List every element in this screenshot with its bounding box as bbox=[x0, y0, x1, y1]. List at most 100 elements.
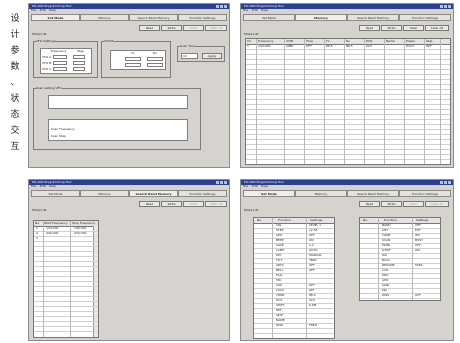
menu-edit[interactable]: Edit bbox=[40, 9, 46, 12]
tab-memory[interactable]: Memory bbox=[80, 190, 129, 197]
window-controls[interactable] bbox=[439, 5, 451, 8]
scan-setting-group: Scan setting VFO Scan Frequency Scan Ste… bbox=[33, 87, 201, 150]
memory-cell: 88.5 bbox=[326, 44, 333, 48]
scan-table-b: Scan Frequency Scan Step bbox=[48, 119, 188, 141]
function-table-right[interactable]: No. Function Settings BAND VHF ANT EXT TONE O… bbox=[359, 217, 441, 301]
tab-strip: Set Mode Memory Search Band Memory Funct… bbox=[31, 14, 227, 21]
vfo-input-b[interactable] bbox=[53, 61, 67, 65]
ctcss-tx-2[interactable] bbox=[125, 63, 141, 67]
vfo-step-c[interactable] bbox=[73, 67, 85, 71]
memory-cell: 88.5 bbox=[346, 44, 353, 48]
function-right-row-line bbox=[360, 268, 440, 269]
clear-button[interactable]: Clear bbox=[403, 25, 424, 31]
menu-file[interactable]: File bbox=[243, 9, 248, 12]
function-right-row-line bbox=[360, 273, 440, 274]
window-controls[interactable] bbox=[439, 181, 451, 184]
memory-row-line bbox=[246, 74, 450, 75]
clear-all-button[interactable]: Clear All bbox=[205, 201, 227, 207]
menu-file[interactable]: File bbox=[31, 185, 36, 188]
menu-help[interactable]: Help bbox=[261, 9, 268, 12]
function-left-row-line bbox=[254, 263, 334, 264]
memory-row-line bbox=[246, 69, 450, 70]
caption-char-6: 状 bbox=[10, 94, 20, 104]
vfo-input-c[interactable] bbox=[53, 67, 67, 71]
clear-button[interactable]: Clear bbox=[183, 201, 204, 207]
function-table-left[interactable]: No. Function Settings SQL LEVEL 1 STEP 12.5… bbox=[253, 217, 335, 339]
tab-search-band[interactable]: Search Band Memory bbox=[129, 14, 178, 21]
clear-button[interactable]: Clear bbox=[183, 25, 204, 31]
menu-file[interactable]: File bbox=[31, 9, 36, 12]
menu-file[interactable]: File bbox=[243, 185, 248, 188]
tab-set-mode[interactable]: Set Mode bbox=[31, 190, 80, 197]
tab-memory[interactable]: Memory bbox=[295, 190, 347, 197]
tab-search-band[interactable]: Search Band Memory bbox=[347, 190, 399, 197]
tab-function[interactable]: Function Settings bbox=[399, 14, 451, 21]
write-button[interactable]: Write bbox=[381, 201, 402, 207]
scan-time-select[interactable]: 10 bbox=[181, 53, 198, 59]
clear-button[interactable]: Clear bbox=[403, 201, 424, 207]
memory-row-line bbox=[246, 154, 450, 155]
window-memory: MC-400 Programming Tool File Edit Help S… bbox=[240, 3, 454, 168]
menu-bar: File Edit Help bbox=[241, 185, 453, 189]
read-button[interactable]: Read bbox=[139, 201, 160, 207]
memory-row-line bbox=[246, 54, 450, 55]
tab-search-band[interactable]: Search Band Memory bbox=[347, 14, 399, 21]
tab-search-band[interactable]: Search Band Memory bbox=[129, 190, 178, 197]
read-button[interactable]: Read bbox=[359, 201, 380, 207]
memory-cell: 144.000 bbox=[258, 44, 271, 48]
tab-memory[interactable]: Memory bbox=[80, 14, 129, 21]
read-button[interactable]: Read bbox=[359, 25, 380, 31]
window-controls[interactable] bbox=[215, 5, 227, 8]
clear-all-button[interactable]: Clear All bbox=[425, 201, 449, 207]
memory-row-line bbox=[246, 134, 450, 135]
tab-set-mode[interactable]: Set Mode bbox=[243, 190, 295, 197]
function-left-row-line bbox=[254, 238, 334, 239]
tab-function[interactable]: Function Settings bbox=[399, 190, 451, 197]
vfo-group: VFO Settings Frequency Step VFO A VFO B … bbox=[33, 39, 98, 78]
window-controls[interactable] bbox=[215, 181, 227, 184]
ctcss-rx-2[interactable] bbox=[147, 63, 163, 67]
scan-frequency-label: Scan Frequency bbox=[51, 127, 75, 131]
caption-char-7: 态 bbox=[10, 110, 20, 120]
memory-col-line bbox=[404, 39, 405, 164]
menu-help[interactable]: Help bbox=[49, 185, 56, 188]
menu-bar: File Edit Help bbox=[29, 9, 229, 13]
menu-edit[interactable]: Edit bbox=[40, 185, 46, 188]
memory-col-line bbox=[324, 39, 325, 164]
scan-time-apply-button[interactable]: Apply bbox=[202, 53, 222, 59]
memory-row-line bbox=[246, 104, 450, 105]
search-band-grid[interactable]: No. Start Frequency Stop Frequency 1 144… bbox=[33, 220, 99, 338]
ctcss-tx-1[interactable] bbox=[125, 57, 141, 61]
tab-function[interactable]: Function Settings bbox=[178, 190, 227, 197]
memory-grid[interactable]: Ch Frequency Shift Tone Tx Rx DCS Name Power Skip… bbox=[245, 38, 451, 165]
write-button[interactable]: Write bbox=[161, 201, 182, 207]
ctcss-rx-1[interactable] bbox=[147, 57, 163, 61]
tab-memory[interactable]: Memory bbox=[295, 14, 347, 21]
vfo-step-a[interactable] bbox=[73, 55, 85, 59]
tab-set-mode[interactable]: Set Mode bbox=[243, 14, 295, 21]
function-right-row-line bbox=[360, 263, 440, 264]
vfo-step-b[interactable] bbox=[73, 61, 85, 65]
toolbar: Read Write Clear Clear All bbox=[139, 201, 229, 207]
mode-label: Mode1 ID: bbox=[32, 32, 48, 36]
menu-help[interactable]: Help bbox=[49, 9, 56, 12]
read-button[interactable]: Read bbox=[139, 25, 160, 31]
clear-all-button[interactable]: Clear All bbox=[205, 25, 227, 31]
menu-help[interactable]: Help bbox=[261, 185, 268, 188]
tab-function[interactable]: Function Settings bbox=[178, 14, 227, 21]
menu-edit[interactable]: Edit bbox=[252, 9, 258, 12]
write-button[interactable]: Write bbox=[161, 25, 182, 31]
clear-all-button[interactable]: Clear All bbox=[425, 25, 449, 31]
menu-edit[interactable]: Edit bbox=[252, 185, 258, 188]
function-left-row-line bbox=[254, 288, 334, 289]
tab-set-mode[interactable]: Set Mode bbox=[31, 14, 80, 21]
memory-row-line bbox=[246, 139, 450, 140]
function-left-row-line bbox=[254, 253, 334, 254]
function-left-row-line bbox=[254, 233, 334, 234]
function-right-row-line bbox=[360, 248, 440, 249]
vfo-group-label: VFO Settings bbox=[36, 39, 56, 43]
function-left-row-line bbox=[254, 293, 334, 294]
write-button[interactable]: Write bbox=[381, 25, 402, 31]
vfo-input-a[interactable] bbox=[53, 55, 67, 59]
vfo-row-b: VFO B bbox=[42, 61, 52, 65]
